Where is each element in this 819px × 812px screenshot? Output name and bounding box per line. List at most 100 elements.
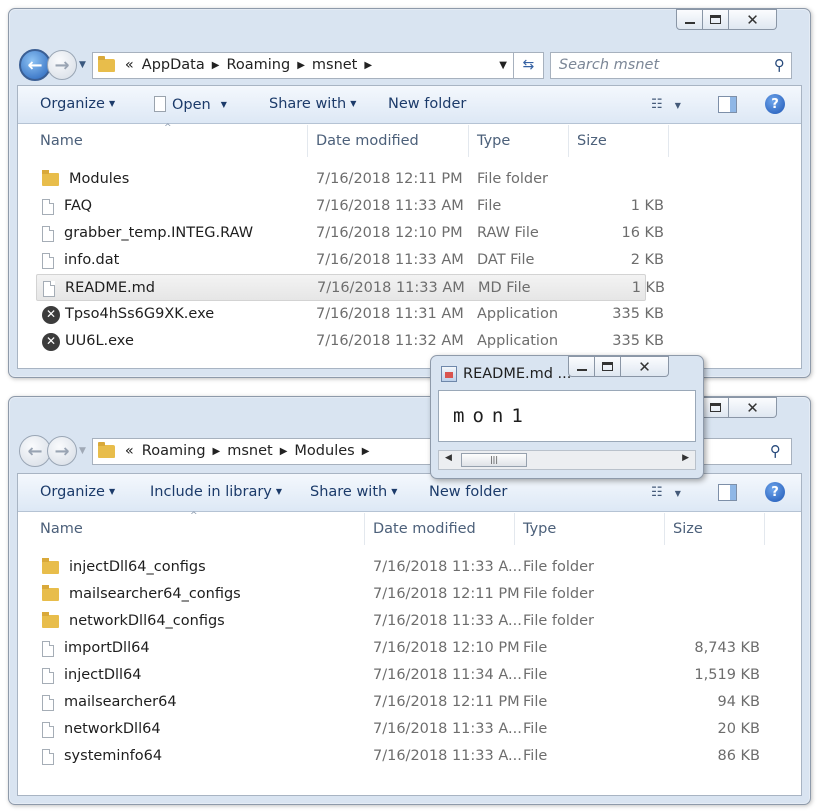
file-row[interactable]: ✕ UU6L.exe 7/16/2018 11:32 AM Application 33…: [36, 328, 664, 355]
file-row[interactable]: Modules 7/16/2018 12:11 PM File folder: [36, 166, 646, 193]
breadcrumb-appdata[interactable]: AppData: [142, 57, 205, 73]
minimize-button[interactable]: [676, 9, 703, 30]
breadcrumb-roaming[interactable]: Roaming: [142, 443, 206, 459]
file-name-cell: mailsearcher64_configs: [42, 581, 241, 608]
maximize-button[interactable]: [595, 356, 621, 377]
file-icon: [42, 252, 54, 269]
file-row[interactable]: grabber_temp.INTEG.RAW 7/16/2018 12:10 PM…: [36, 220, 664, 247]
file-row[interactable]: injectDll64_configs 7/16/2018 11:33 A... F…: [36, 554, 751, 581]
column-header-type[interactable]: Type: [515, 513, 665, 545]
file-name-cell: systeminfo64: [42, 743, 162, 770]
column-header-type[interactable]: Type: [469, 125, 569, 157]
file-row[interactable]: networkDll64_configs 7/16/2018 11:33 A...…: [36, 608, 751, 635]
horizontal-scrollbar[interactable]: ◀ ||| ▶: [438, 450, 696, 470]
file-row[interactable]: systeminfo64 7/16/2018 11:33 A... File 86 K…: [36, 743, 760, 770]
help-icon[interactable]: ?: [765, 94, 785, 114]
file-row[interactable]: ✕ Tpso4hSs6G9XK.exe 7/16/2018 11:31 AM Appl…: [36, 301, 664, 328]
file-row[interactable]: README.md 7/16/2018 11:33 AM MD File 1 KB: [36, 274, 665, 301]
folder-icon: [97, 441, 115, 458]
organize-button[interactable]: Organize ▼: [40, 484, 115, 500]
file-date: 7/16/2018 11:34 A...: [373, 667, 522, 683]
scrollbar-thumb[interactable]: |||: [461, 453, 527, 467]
column-header-date[interactable]: Date modified: [308, 125, 469, 157]
file-name-cell: injectDll64_configs: [42, 554, 206, 581]
file-name-cell: FAQ: [42, 193, 92, 220]
column-header-size[interactable]: Size: [665, 513, 765, 545]
file-name: injectDll64_configs: [69, 559, 206, 575]
file-size: 94 KB: [717, 694, 760, 710]
share-with-button[interactable]: Share with ▼: [269, 96, 356, 112]
blocked-exe-icon: ✕: [42, 305, 60, 324]
refresh-button[interactable]: ⇆: [513, 51, 544, 79]
share-with-button[interactable]: Share with ▼: [310, 484, 397, 500]
column-header-date[interactable]: Date modified: [365, 513, 515, 545]
chevron-right-icon[interactable]: ▶: [280, 446, 288, 457]
file-size: 335 KB: [612, 306, 664, 322]
breadcrumb-modules[interactable]: Modules: [294, 443, 354, 459]
forward-button[interactable]: →: [47, 436, 77, 466]
navigation-bar: ← → ▼ « AppData ▶ Roaming ▶ msnet ▶ ▼ ⇆ …: [19, 49, 800, 81]
file-row[interactable]: importDll64 7/16/2018 12:10 PM File 8,743 K…: [36, 635, 760, 662]
help-icon[interactable]: ?: [765, 482, 785, 502]
column-header-size[interactable]: Size: [569, 125, 669, 157]
organize-button[interactable]: Organize ▼: [40, 96, 115, 112]
notepad-text-area[interactable]: mon1: [438, 390, 696, 442]
blocked-exe-icon: ✕: [42, 332, 60, 351]
new-folder-button[interactable]: New folder: [429, 484, 507, 500]
maximize-button[interactable]: [703, 397, 729, 418]
file-name-cell: grabber_temp.INTEG.RAW: [42, 220, 253, 247]
scroll-left-icon[interactable]: ◀: [445, 453, 452, 463]
close-button[interactable]: ✕: [729, 397, 777, 418]
search-icon[interactable]: ⚲: [774, 56, 785, 74]
chevron-right-icon[interactable]: ▶: [212, 60, 220, 71]
breadcrumb-overflow[interactable]: «: [125, 443, 134, 459]
scroll-right-icon[interactable]: ▶: [682, 453, 689, 463]
address-bar[interactable]: « AppData ▶ Roaming ▶ msnet ▶ ▼: [91, 51, 514, 79]
column-header-name[interactable]: Name: [32, 513, 365, 545]
breadcrumb-roaming[interactable]: Roaming: [226, 57, 290, 73]
search-box[interactable]: Search msnet ⚲: [549, 51, 792, 79]
chevron-right-icon[interactable]: ▶: [297, 60, 305, 71]
file-row[interactable]: mailsearcher64 7/16/2018 12:11 PM File 94 K…: [36, 689, 760, 716]
chevron-right-icon[interactable]: ▶: [364, 60, 372, 71]
breadcrumb-overflow[interactable]: «: [125, 57, 134, 73]
file-row[interactable]: networkDll64 7/16/2018 11:33 A... File 20 K…: [36, 716, 760, 743]
new-folder-button[interactable]: New folder: [388, 96, 466, 112]
column-header-name[interactable]: Name: [32, 125, 308, 157]
command-bar: Organize ▼ Open ▼ Share with ▼ New folder ☷…: [18, 86, 801, 124]
recent-pages-dropdown[interactable]: ▼: [79, 60, 86, 70]
minimize-button[interactable]: [568, 356, 595, 377]
breadcrumb-msnet[interactable]: msnet: [227, 443, 272, 459]
file-row[interactable]: FAQ 7/16/2018 11:33 AM File 1 KB: [36, 193, 664, 220]
maximize-button[interactable]: [703, 9, 729, 30]
column-headers: ^ Name Date modified Type Size: [18, 511, 801, 545]
forward-button[interactable]: →: [47, 50, 77, 80]
file-name: injectDll64: [64, 667, 142, 683]
close-button[interactable]: ✕: [621, 356, 669, 377]
preview-pane-button[interactable]: [718, 96, 737, 113]
preview-pane-button[interactable]: [718, 484, 737, 501]
address-dropdown-icon[interactable]: ▼: [499, 60, 507, 71]
file-row[interactable]: mailsearcher64_configs 7/16/2018 12:11 PM…: [36, 581, 751, 608]
breadcrumb-msnet[interactable]: msnet: [312, 57, 357, 73]
file-name: mailsearcher64_configs: [69, 586, 241, 602]
file-row[interactable]: info.dat 7/16/2018 11:33 AM DAT File 2 KB: [36, 247, 664, 274]
close-button[interactable]: ✕: [729, 9, 777, 30]
search-icon[interactable]: ⚲: [770, 442, 781, 460]
file-row[interactable]: injectDll64 7/16/2018 11:34 A... File 1,519…: [36, 662, 760, 689]
chevron-right-icon[interactable]: ▶: [213, 446, 221, 457]
folder-icon: [42, 585, 59, 601]
include-in-library-button[interactable]: Include in library ▼: [150, 484, 282, 500]
open-button[interactable]: Open ▼: [154, 96, 227, 113]
notepad-titlebar: README.md ...: [441, 366, 571, 382]
chevron-right-icon[interactable]: ▶: [362, 446, 370, 457]
close-icon: ✕: [638, 357, 651, 376]
back-arrow-icon: ←: [27, 440, 43, 462]
view-options-icon[interactable]: ☷ ▼: [651, 97, 681, 112]
close-icon: ✕: [746, 398, 759, 417]
file-date: 7/16/2018 11:33 AM: [316, 198, 464, 214]
refresh-icon: ⇆: [522, 57, 535, 73]
view-options-icon[interactable]: ☷ ▼: [651, 485, 681, 500]
notepad-icon: [441, 366, 457, 382]
recent-pages-dropdown[interactable]: ▼: [79, 446, 86, 456]
